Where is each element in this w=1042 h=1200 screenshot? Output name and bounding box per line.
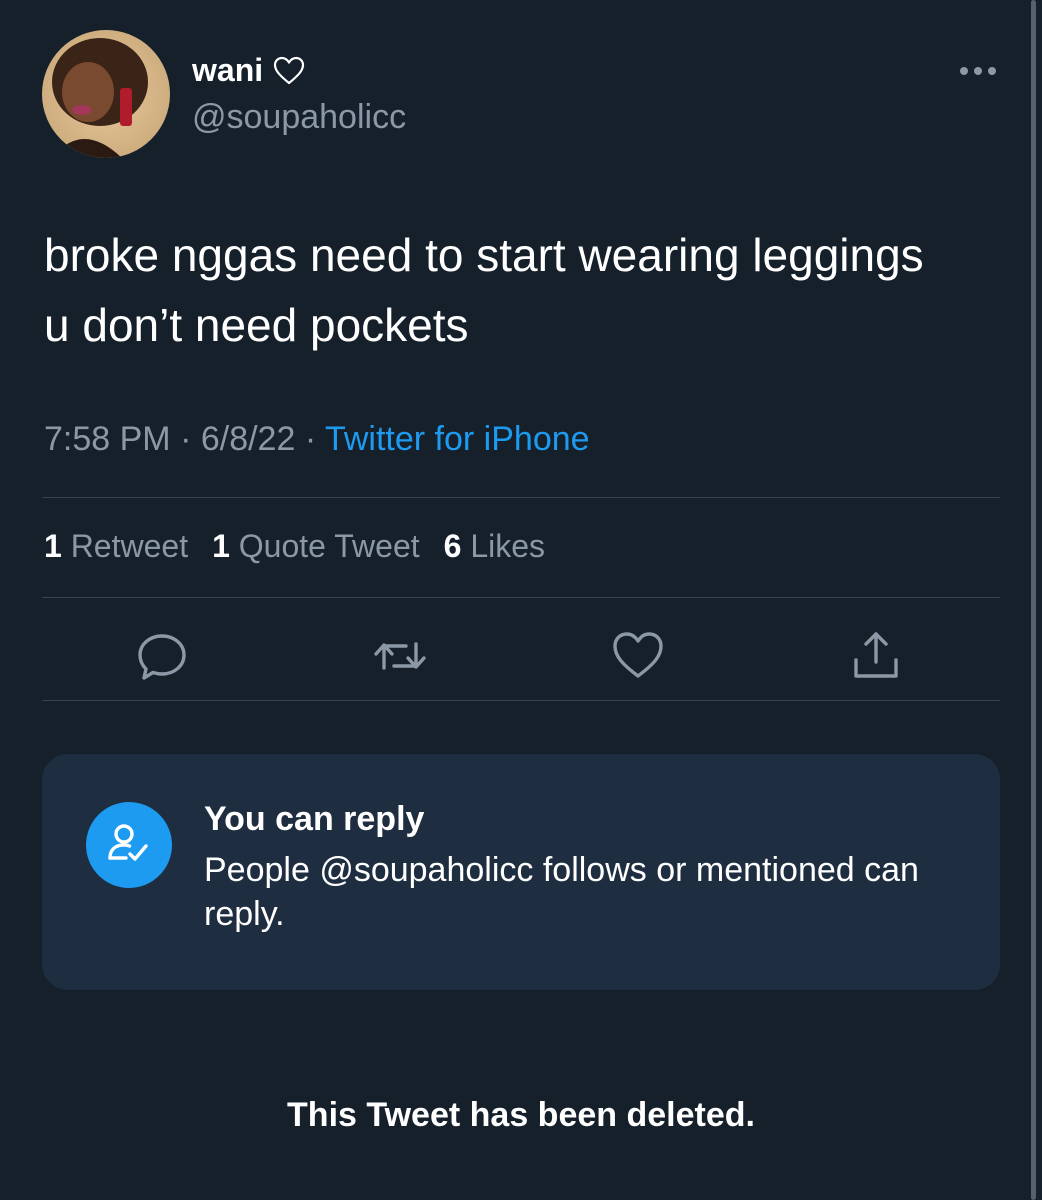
author-name[interactable]: wani [192,52,305,89]
quotes-label: Quote Tweet [238,528,420,564]
deleted-notice: This Tweet has been deleted. [287,1096,755,1134]
likes-count: 6 [443,528,462,564]
meta-separator: · [170,420,201,458]
tweet-meta: 7:58 PM · 6/8/22 · Twitter for iPhone [44,420,590,459]
tweet-source-link[interactable]: Twitter for iPhone [325,420,590,458]
reply-icon[interactable] [134,628,190,684]
user-check-icon [86,802,172,888]
heart-icon[interactable] [610,628,666,684]
quotes-count: 1 [212,528,230,564]
scrollbar[interactable] [1031,0,1036,1200]
divider [42,497,1000,498]
avatar[interactable] [42,30,170,158]
likes-label: Likes [470,528,546,564]
more-dots-icon[interactable] [958,64,998,78]
tweet-text: broke nggas need to start wearing leggin… [44,229,924,351]
likes-stat[interactable]: 6 Likes [444,528,545,565]
retweets-label: Retweet [70,528,189,564]
tweet-time: 7:58 PM [44,420,171,458]
action-bar [42,620,1000,690]
share-icon[interactable] [848,628,904,684]
author-handle[interactable]: @soupaholicc [192,98,406,137]
quotes-stat[interactable]: 1 Quote Tweet [212,528,420,565]
reply-restriction-body: People @soupaholicc follows or mentioned… [204,851,919,933]
tweet-date: 6/8/22 [200,420,296,458]
heart-outline-icon [273,56,305,86]
tweet-stats: 1 Retweet 1 Quote Tweet 6 Likes [44,528,545,565]
author-name-text: wani [192,52,264,88]
divider [42,597,1000,598]
reply-restriction-card: You can reply People @soupaholicc follow… [42,754,1000,990]
retweets-count: 1 [44,528,62,564]
retweets-stat[interactable]: 1 Retweet [44,528,188,565]
meta-separator: · [295,420,325,458]
reply-restriction-title: You can reply [204,800,425,838]
retweet-icon[interactable] [372,628,428,684]
divider [42,700,1000,701]
tweet-header: wani @soupaholicc [42,30,1000,160]
